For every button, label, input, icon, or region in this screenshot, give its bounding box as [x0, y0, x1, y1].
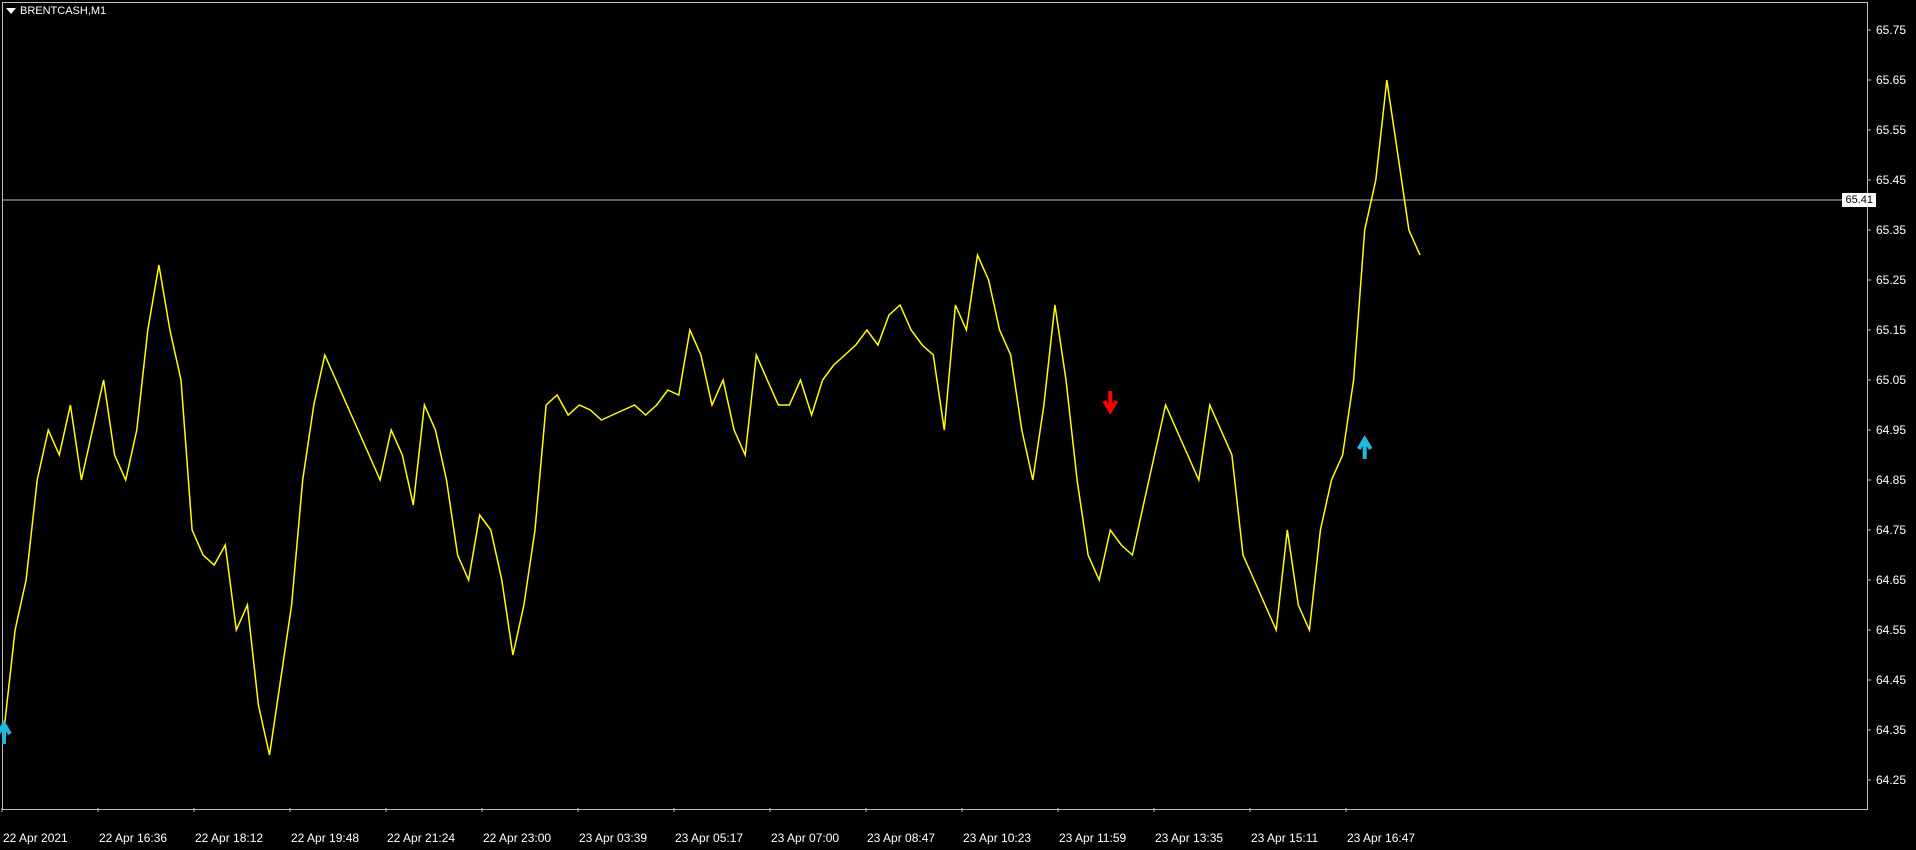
time-tick-label: 23 Apr 15:11 [1251, 831, 1318, 845]
buy-arrow-icon [0, 720, 12, 744]
current-price-tag: 65.41 [1842, 193, 1876, 207]
chart-window[interactable]: 65.75 65.65 65.55 65.45 65.35 65.25 65.15 65.05… [0, 0, 1916, 850]
price-axis[interactable]: 65.75 65.65 65.55 65.45 65.35 65.25 65.15 65.05… [1867, 23, 1906, 787]
price-tick-label: 64.35 [1876, 723, 1906, 737]
symbol-label[interactable]: BRENTCASH,M1 [6, 5, 106, 17]
time-tick-label: 22 Apr 16:36 [99, 831, 167, 845]
price-tick-label: 64.55 [1876, 623, 1906, 637]
price-tick-label: 65.55 [1876, 123, 1906, 137]
time-tick-label: 23 Apr 05:17 [675, 831, 743, 845]
price-tick-label: 64.65 [1876, 573, 1906, 587]
symbol-text: BRENTCASH,M1 [20, 5, 107, 17]
price-tick-label: 64.85 [1876, 473, 1906, 487]
time-tick-label: 23 Apr 10:23 [963, 831, 1031, 845]
time-tick-label: 23 Apr 13:35 [1155, 831, 1223, 845]
buy-arrow-icon [1356, 435, 1373, 459]
price-tick-label: 64.45 [1876, 673, 1906, 687]
time-tick-label: 22 Apr 21:24 [387, 831, 455, 845]
time-tick-label: 22 Apr 23:00 [483, 831, 551, 845]
time-tick-label: 22 Apr 2021 [3, 831, 68, 845]
time-tick-label: 23 Apr 08:47 [867, 831, 935, 845]
price-tick-label: 65.15 [1876, 323, 1906, 337]
time-tick-label: 23 Apr 07:00 [771, 831, 839, 845]
price-tick-label: 65.75 [1876, 23, 1906, 37]
price-tick-label: 65.45 [1876, 173, 1906, 187]
time-tick-label: 22 Apr 19:48 [291, 831, 359, 845]
price-tick-label: 65.65 [1876, 73, 1906, 87]
price-tick-label: 65.25 [1876, 273, 1906, 287]
time-axis[interactable]: 22 Apr 2021 22 Apr 16:36 22 Apr 18:12 22 Ap… [1, 808, 1415, 845]
price-series-line [3, 79, 1421, 756]
time-tick-label: 22 Apr 18:12 [195, 831, 263, 845]
price-tick-label: 65.35 [1876, 223, 1906, 237]
price-tick-label: 64.75 [1876, 523, 1906, 537]
price-tick-label: 64.25 [1876, 773, 1906, 787]
sell-arrow-icon [1102, 391, 1118, 415]
time-tick-label: 23 Apr 16:47 [1347, 831, 1415, 845]
price-tick-label: 64.95 [1876, 423, 1906, 437]
time-tick-label: 23 Apr 03:39 [579, 831, 647, 845]
time-tick-label: 23 Apr 11:59 [1059, 831, 1126, 845]
price-chart[interactable]: 65.75 65.65 65.55 65.45 65.35 65.25 65.15 65.05… [0, 0, 1916, 850]
signal-arrows [0, 391, 1373, 744]
price-tick-label: 65.05 [1876, 373, 1906, 387]
dropdown-triangle-icon[interactable] [6, 8, 16, 14]
